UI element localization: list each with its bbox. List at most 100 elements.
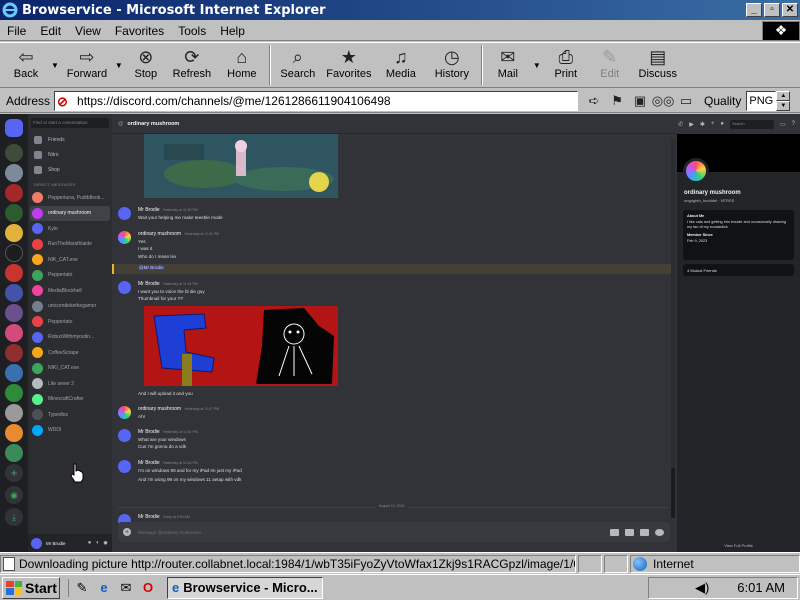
message-composer[interactable]: + Message @ordinary mushroom xyxy=(118,522,670,542)
stop-button[interactable]: ⊗ Stop xyxy=(126,43,166,87)
pin-icon[interactable]: ✱ xyxy=(700,121,705,128)
server-icon[interactable] xyxy=(5,184,23,202)
dm-item[interactable]: WDDI xyxy=(28,423,112,439)
inbox-icon[interactable]: ▭ xyxy=(780,121,786,128)
server-icon[interactable] xyxy=(5,244,23,262)
gift-icon[interactable] xyxy=(610,528,619,536)
search-button[interactable]: ⌕ Search xyxy=(274,43,322,87)
message-author[interactable]: Mr Brodie xyxy=(138,460,160,466)
help-icon[interactable]: ? xyxy=(792,121,795,127)
server-icon[interactable] xyxy=(5,144,23,162)
mail-button[interactable]: ✉ Mail xyxy=(486,43,530,87)
binoculars-icon[interactable]: ◎◎ xyxy=(652,91,675,111)
message-author[interactable]: ordinary mushroom xyxy=(138,231,181,237)
server-icon[interactable] xyxy=(5,264,23,282)
speaker-icon[interactable]: ◀) xyxy=(695,580,709,596)
dm-item[interactable]: Peppertuna, Pudddleok... xyxy=(28,190,112,206)
explore-icon[interactable]: ◉ xyxy=(5,486,23,504)
menu-file[interactable]: File xyxy=(0,24,33,38)
message-author[interactable]: Mr Brodie xyxy=(138,207,160,213)
server-icon[interactable] xyxy=(5,284,23,302)
headphones-icon[interactable]: ◖ xyxy=(95,540,99,547)
avatar[interactable] xyxy=(31,537,42,549)
message-author[interactable]: Mr Brodie xyxy=(138,281,160,287)
back-button[interactable]: ⇦ Back xyxy=(4,43,48,87)
message-author[interactable]: ordinary mushroom xyxy=(138,406,181,412)
dm-item[interactable]: MediaBlockhell xyxy=(28,283,112,299)
dm-item[interactable]: RunTheMarathlaide xyxy=(28,237,112,253)
avatar[interactable] xyxy=(118,207,131,220)
server-icon[interactable] xyxy=(5,384,23,402)
favorites-button[interactable]: ★ Favorites xyxy=(322,43,376,87)
menu-edit[interactable]: Edit xyxy=(33,24,68,38)
chat-scrollbar[interactable] xyxy=(671,138,675,518)
nav-friends[interactable]: Friends xyxy=(28,132,112,147)
avatar[interactable] xyxy=(118,460,131,473)
call-icon[interactable]: ✆ xyxy=(678,121,683,128)
server-icon[interactable] xyxy=(5,224,23,242)
go-arrow-icon[interactable]: ➪ xyxy=(584,91,604,111)
server-icon[interactable] xyxy=(5,404,23,422)
menu-help[interactable]: Help xyxy=(213,24,252,38)
download-icon[interactable]: ⤓ xyxy=(5,508,23,526)
forward-dropdown-icon[interactable]: ▼ xyxy=(115,61,123,70)
dm-item[interactable]: NIKI_CAT.exe xyxy=(28,361,112,377)
thumbnail-drawing-image[interactable] xyxy=(144,306,338,386)
add-server-icon[interactable]: + xyxy=(5,464,23,482)
avatar[interactable] xyxy=(118,281,131,294)
start-button[interactable]: Start xyxy=(2,576,60,599)
discuss-button[interactable]: ▤ Discuss xyxy=(632,43,684,87)
server-icon[interactable] xyxy=(5,424,23,442)
sticker-icon[interactable] xyxy=(640,528,649,536)
dm-item[interactable]: unicorndekethegamer xyxy=(28,299,112,315)
add-friend-icon[interactable]: + xyxy=(711,121,715,127)
emoji-icon[interactable] xyxy=(655,528,664,536)
outlook-icon[interactable]: ✉ xyxy=(117,579,135,597)
spin-up-icon[interactable]: ▲ xyxy=(776,90,791,101)
dm-item[interactable]: CoffeeScrape xyxy=(28,345,112,361)
chat-search-input[interactable]: Search xyxy=(729,119,774,129)
dm-item[interactable]: Typedlos xyxy=(28,407,112,423)
profile-toggle-icon[interactable]: ● xyxy=(720,121,724,127)
web-content[interactable]: + ◉ ⤓ Find or start a conversation Frien… xyxy=(0,114,800,552)
edit-button[interactable]: ✎ Edit xyxy=(588,43,632,87)
server-icon[interactable] xyxy=(5,344,23,362)
dm-item[interactable]: Peppertato xyxy=(28,314,112,330)
spin-down-icon[interactable]: ▼ xyxy=(776,100,791,111)
menu-tools[interactable]: Tools xyxy=(171,24,213,38)
title-bar[interactable]: Browservice - Microsoft Internet Explore… xyxy=(0,0,800,20)
avatar[interactable] xyxy=(683,158,709,184)
media-button[interactable]: ♫ Media xyxy=(376,43,426,87)
message-author[interactable]: Mr Brodie xyxy=(138,429,160,435)
mail-dropdown-icon[interactable]: ▼ xyxy=(533,61,541,70)
address-input[interactable]: ⊘ https://discord.com/channels/@me/12612… xyxy=(54,90,579,111)
quality-select[interactable]: PNG xyxy=(746,90,777,111)
scroll-thumb[interactable] xyxy=(671,468,675,518)
ie-quicklaunch-icon[interactable]: e xyxy=(95,579,113,597)
dm-item[interactable]: Peppertato xyxy=(28,268,112,284)
close-button[interactable]: ✕ xyxy=(782,3,798,17)
video-icon[interactable]: ▶ xyxy=(689,121,694,128)
game-screenshot-image[interactable] xyxy=(144,134,338,198)
server-icon[interactable] xyxy=(5,204,23,222)
quality-spinner[interactable]: ▲ ▼ xyxy=(776,90,791,111)
dm-item[interactable]: RobuxWithmyoutin... xyxy=(28,330,112,346)
upload-plus-icon[interactable]: + xyxy=(123,528,131,536)
nav-nitro[interactable]: Nitro xyxy=(28,147,112,162)
dm-item[interactable]: Kyle xyxy=(28,221,112,237)
menu-favorites[interactable]: Favorites xyxy=(108,24,171,38)
home-button[interactable]: ⌂ Home xyxy=(218,43,266,87)
minimize-button[interactable]: _ xyxy=(746,3,762,17)
nav-shop[interactable]: Shop xyxy=(28,162,112,177)
server-icon[interactable] xyxy=(5,444,23,462)
server-icon[interactable] xyxy=(5,324,23,342)
view-full-profile-link[interactable]: View Full Profile xyxy=(677,543,800,548)
settings-gear-icon[interactable]: ✹ xyxy=(103,540,108,547)
server-icon[interactable] xyxy=(5,364,23,382)
show-desktop-icon[interactable]: ✎ xyxy=(73,579,91,597)
clipboard-icon[interactable]: ▭ xyxy=(676,91,696,111)
dm-item[interactable]: MinecraftCrafter xyxy=(28,392,112,408)
mute-icon[interactable]: ● xyxy=(88,540,92,547)
dm-search-input[interactable]: Find or start a conversation xyxy=(31,118,109,128)
taskbar-window-button[interactable]: e Browservice - Micro... xyxy=(167,576,323,599)
